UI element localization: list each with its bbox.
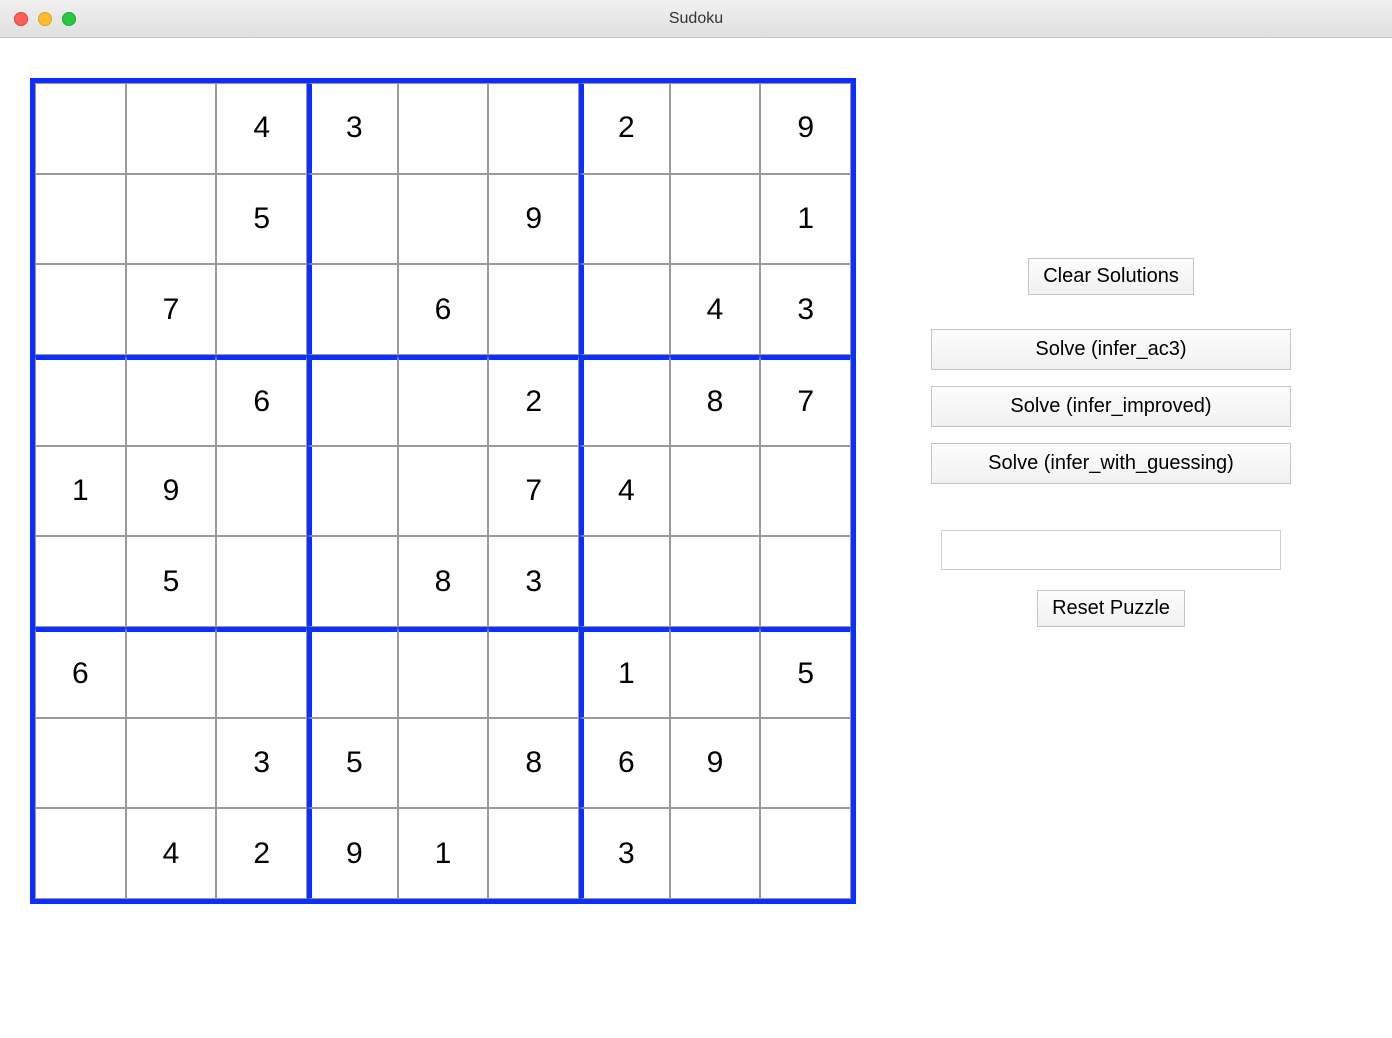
sudoku-cell[interactable] <box>216 536 307 627</box>
sudoku-cell[interactable] <box>579 355 670 446</box>
solve-guessing-button[interactable]: Solve (infer_with_guessing) <box>931 443 1291 484</box>
sudoku-cell[interactable] <box>670 808 761 899</box>
sudoku-cell[interactable] <box>579 174 670 265</box>
sudoku-cell[interactable] <box>398 355 489 446</box>
sudoku-cell[interactable] <box>126 174 217 265</box>
sudoku-cell[interactable] <box>760 536 851 627</box>
sudoku-cell[interactable] <box>579 264 670 355</box>
sudoku-cell[interactable]: 5 <box>307 718 398 809</box>
sudoku-cell[interactable]: 3 <box>579 808 670 899</box>
sudoku-cell[interactable] <box>760 446 851 537</box>
sudoku-cell[interactable] <box>307 446 398 537</box>
sudoku-cell[interactable] <box>398 174 489 265</box>
sudoku-cell[interactable]: 6 <box>216 355 307 446</box>
puzzle-input[interactable] <box>941 530 1281 570</box>
reset-puzzle-button[interactable]: Reset Puzzle <box>1037 590 1185 627</box>
sudoku-cell[interactable]: 1 <box>35 446 126 537</box>
sudoku-cell[interactable] <box>307 536 398 627</box>
sudoku-cell[interactable] <box>398 718 489 809</box>
sudoku-cell[interactable]: 6 <box>579 718 670 809</box>
sudoku-cell[interactable] <box>670 536 761 627</box>
clear-solutions-button[interactable]: Clear Solutions <box>1028 258 1194 295</box>
sudoku-cell[interactable]: 4 <box>126 808 217 899</box>
sudoku-cell[interactable]: 5 <box>216 174 307 265</box>
sudoku-cell[interactable] <box>307 264 398 355</box>
sudoku-cell[interactable] <box>35 536 126 627</box>
sudoku-cell[interactable] <box>398 627 489 718</box>
sudoku-cell[interactable] <box>216 264 307 355</box>
sudoku-board: 43295917643628719745836153586942913 <box>30 78 856 904</box>
sudoku-cell[interactable] <box>488 83 579 174</box>
sudoku-cell[interactable] <box>760 808 851 899</box>
maximize-icon[interactable] <box>62 12 76 26</box>
sudoku-cell[interactable]: 1 <box>398 808 489 899</box>
sudoku-cell[interactable] <box>35 718 126 809</box>
sudoku-cell[interactable]: 1 <box>760 174 851 265</box>
traffic-lights <box>14 12 76 26</box>
sudoku-cell[interactable] <box>670 627 761 718</box>
minimize-icon[interactable] <box>38 12 52 26</box>
sudoku-cell[interactable] <box>35 174 126 265</box>
sudoku-cell[interactable]: 9 <box>307 808 398 899</box>
sudoku-cell[interactable]: 1 <box>579 627 670 718</box>
sudoku-cell[interactable]: 8 <box>398 536 489 627</box>
sudoku-cell[interactable] <box>579 536 670 627</box>
sudoku-cell[interactable] <box>307 627 398 718</box>
sudoku-cell[interactable] <box>488 264 579 355</box>
sudoku-cell[interactable] <box>398 83 489 174</box>
solve-improved-button[interactable]: Solve (infer_improved) <box>931 386 1291 427</box>
sudoku-cell[interactable]: 2 <box>579 83 670 174</box>
sudoku-cell[interactable] <box>398 446 489 537</box>
sudoku-cell[interactable] <box>35 83 126 174</box>
sudoku-cell[interactable]: 3 <box>760 264 851 355</box>
sudoku-cell[interactable]: 7 <box>488 446 579 537</box>
window-title: Sudoku <box>0 10 1392 28</box>
sudoku-cell[interactable] <box>670 446 761 537</box>
sudoku-cell[interactable]: 3 <box>307 83 398 174</box>
sudoku-cell[interactable]: 6 <box>398 264 489 355</box>
sudoku-cell[interactable]: 9 <box>126 446 217 537</box>
sudoku-cell[interactable]: 3 <box>488 536 579 627</box>
sudoku-cell[interactable]: 2 <box>488 355 579 446</box>
sudoku-cell[interactable]: 6 <box>35 627 126 718</box>
sudoku-cell[interactable] <box>760 718 851 809</box>
sudoku-cell[interactable] <box>488 808 579 899</box>
sudoku-cell[interactable]: 5 <box>760 627 851 718</box>
sudoku-cell[interactable]: 7 <box>760 355 851 446</box>
sudoku-cell[interactable] <box>126 83 217 174</box>
sudoku-cell[interactable] <box>670 174 761 265</box>
sudoku-cell[interactable]: 5 <box>126 536 217 627</box>
sudoku-cell[interactable] <box>307 174 398 265</box>
sudoku-cell[interactable]: 4 <box>670 264 761 355</box>
sudoku-cell[interactable] <box>307 355 398 446</box>
solve-ac3-button[interactable]: Solve (infer_ac3) <box>931 329 1291 370</box>
sudoku-cell[interactable]: 9 <box>760 83 851 174</box>
sudoku-cell[interactable]: 9 <box>670 718 761 809</box>
controls-panel: Clear Solutions Solve (infer_ac3) Solve … <box>926 78 1296 904</box>
sudoku-cell[interactable] <box>670 83 761 174</box>
sudoku-cell[interactable]: 9 <box>488 174 579 265</box>
close-icon[interactable] <box>14 12 28 26</box>
sudoku-cell[interactable]: 8 <box>670 355 761 446</box>
sudoku-cell[interactable]: 2 <box>216 808 307 899</box>
sudoku-cell[interactable]: 7 <box>126 264 217 355</box>
sudoku-cell[interactable] <box>126 627 217 718</box>
sudoku-cell[interactable]: 4 <box>579 446 670 537</box>
sudoku-cell[interactable]: 3 <box>216 718 307 809</box>
sudoku-cell[interactable] <box>126 355 217 446</box>
sudoku-cell[interactable] <box>216 627 307 718</box>
titlebar: Sudoku <box>0 0 1392 38</box>
sudoku-cell[interactable] <box>216 446 307 537</box>
sudoku-cell[interactable] <box>488 627 579 718</box>
sudoku-cell[interactable] <box>35 355 126 446</box>
sudoku-cell[interactable] <box>126 718 217 809</box>
sudoku-cell[interactable]: 4 <box>216 83 307 174</box>
sudoku-cell[interactable] <box>35 264 126 355</box>
sudoku-cell[interactable]: 8 <box>488 718 579 809</box>
sudoku-cell[interactable] <box>35 808 126 899</box>
